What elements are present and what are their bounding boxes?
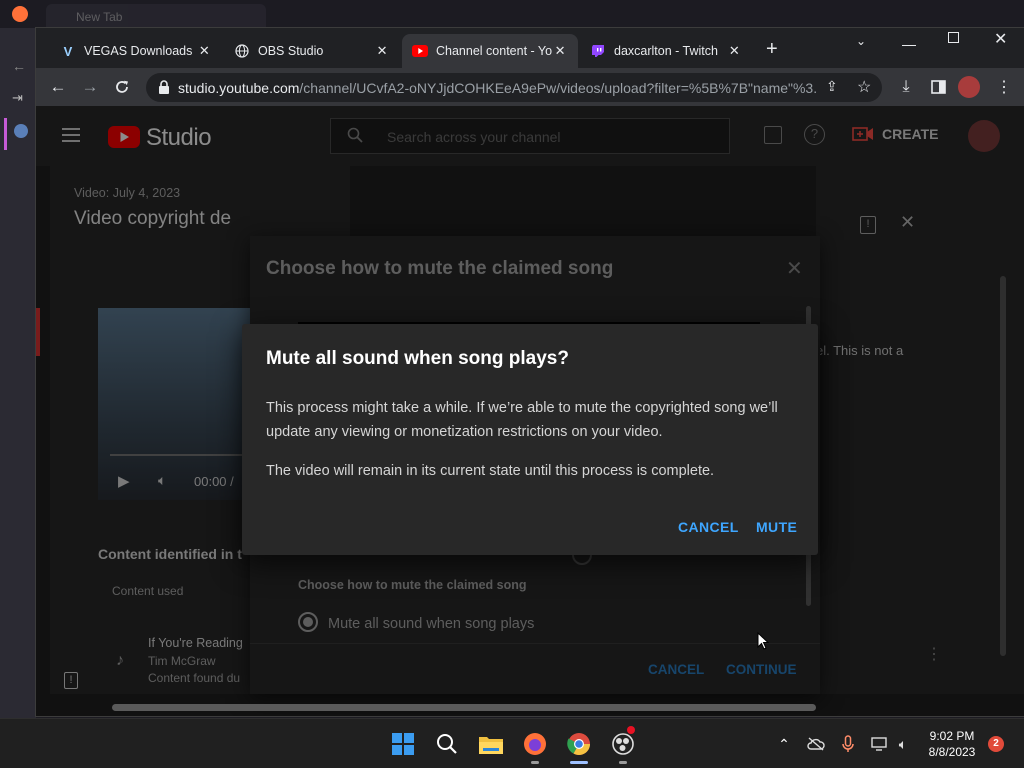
download-icon[interactable]: ⤓ [896,77,916,97]
close-tab-icon[interactable]: ✕ [727,43,742,59]
vegas-icon: V [63,43,73,59]
windows-taskbar: ⌃ 🔈︎ 9:02 PM 8/8/2023 2 [0,718,1024,768]
mute-confirm-dialog: Mute all sound when song plays? This pro… [242,324,818,555]
tab-label: VEGAS Downloads | D [84,44,197,58]
reload-icon[interactable] [112,77,132,97]
chevron-up-icon[interactable]: ⌃ [774,734,794,754]
tab-label: OBS Studio [258,44,324,58]
sign-in-icon[interactable]: ⇥ [12,90,23,106]
youtube-icon [412,43,428,59]
firefox-running-indicator [531,761,539,764]
youtube-studio-page: Studio Search across your channel ? CREA… [36,106,1024,716]
globe-icon [234,43,250,59]
chrome-taskbar-icon[interactable] [565,730,593,758]
confirm-cancel-button[interactable]: CANCEL [678,519,739,535]
confirm-dialog-paragraph: This process might take a while. If we’r… [266,400,778,440]
profile-avatar[interactable] [958,76,980,98]
close-tab-icon[interactable]: ✕ [552,43,568,59]
back-icon[interactable]: ← [48,77,68,97]
bookmark-star-icon[interactable]: ☆ [857,77,871,97]
url-path: /channel/UCvfA2-oNYJjdCOHKEeA9ePw/videos… [299,79,818,96]
file-explorer-icon[interactable] [477,730,505,758]
chrome-active-indicator [570,761,588,764]
sidebar-accent [4,118,7,150]
background-tabstrip: New Tab [0,0,1024,28]
windows-start-icon[interactable] [389,730,417,758]
onedrive-icon[interactable] [806,734,826,754]
info-icon[interactable] [14,124,28,138]
url-text: studio.youtube.com/channel/UCvfA2-oNYJjd… [178,80,818,96]
forward-icon[interactable]: → [80,77,100,97]
close-tab-icon[interactable]: ✕ [374,43,390,59]
feedback-flag-icon[interactable]: ! [64,672,78,689]
browser-toolbar: ← → studio.youtube.com/channel/UCvfA2-oN… [36,68,1024,106]
firefox-icon[interactable] [12,6,28,22]
chrome-window: V VEGAS Downloads | D ✕ OBS Studio ✕ Cha… [36,28,1024,716]
background-sidebar: ← ⇥ [0,28,36,718]
url-host: studio.youtube.com [178,79,300,96]
volume-icon[interactable]: 🔈︎ [893,734,913,754]
side-panel-icon[interactable] [928,77,948,97]
tab-twitch[interactable]: daxcarlton - Twitch ✕ [580,34,752,68]
obs-taskbar-icon[interactable] [609,726,637,758]
browser-menu-icon[interactable]: ⋮ [994,77,1014,97]
confirm-dialog-note: The video will remain in its current sta… [266,463,715,479]
close-window-icon[interactable]: ✕ [994,29,1007,49]
network-icon[interactable] [869,734,889,754]
close-tab-icon[interactable]: ✕ [197,43,212,59]
share-icon[interactable]: ⇪ [826,78,838,95]
confirm-dialog-title: Mute all sound when song plays? [266,348,569,369]
tab-channel-content[interactable]: Channel content - Yo ✕ [402,34,578,68]
search-icon[interactable] [433,730,461,758]
microphone-icon[interactable] [838,734,858,754]
tab-vegas[interactable]: V VEGAS Downloads | D ✕ [50,34,222,68]
minimize-icon[interactable] [902,32,916,46]
background-tab[interactable]: New Tab [46,4,266,28]
mouse-cursor-icon [757,632,769,650]
obs-running-indicator [619,761,627,764]
tab-label: daxcarlton - Twitch [614,44,718,58]
maximize-icon[interactable] [948,32,959,43]
tab-strip: V VEGAS Downloads | D ✕ OBS Studio ✕ Cha… [36,28,1024,68]
back-arrow-icon[interactable]: ← [12,58,26,74]
twitch-icon [590,43,606,59]
notification-badge[interactable]: 2 [988,736,1004,752]
clock-time: 9:02 PM [929,729,975,743]
obs-recording-dot [627,726,635,734]
clock-date: 8/8/2023 [928,745,976,759]
tab-obs[interactable]: OBS Studio ✕ [224,34,400,68]
horizontal-scrollbar[interactable] [112,704,816,711]
system-clock[interactable]: 9:02 PM 8/8/2023 [916,728,988,760]
tab-label: Channel content - Yo [436,44,553,58]
address-bar[interactable]: studio.youtube.com/channel/UCvfA2-oNYJjd… [146,73,882,102]
background-tab-label: New Tab [76,10,123,24]
new-tab-icon[interactable]: + [766,38,778,61]
lock-icon[interactable] [158,80,170,94]
mute-button[interactable]: MUTE [756,519,797,535]
firefox-taskbar-icon[interactable] [521,730,549,758]
tab-search-icon[interactable]: ⌄ [856,34,866,48]
